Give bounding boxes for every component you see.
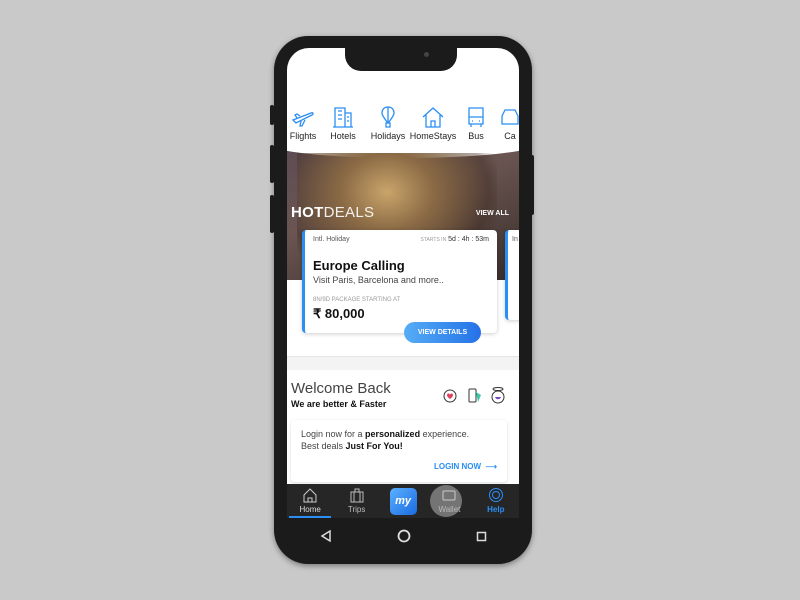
deal-price: ₹ 80,000 <box>313 306 365 321</box>
tab-trips[interactable]: Trips <box>333 484 379 518</box>
category-hotels[interactable]: Hotels <box>319 106 367 141</box>
countdown-timer: 5d : 4h : 53m <box>448 236 489 243</box>
car-icon <box>501 109 519 125</box>
front-camera <box>424 52 429 57</box>
hot-air-balloon-icon <box>381 106 395 128</box>
starts-in-label: STARTS IN <box>420 237 447 243</box>
login-card: Login now for a personalized experience.… <box>291 420 507 482</box>
volume-button <box>270 195 274 233</box>
lifebuoy-icon <box>488 488 503 502</box>
recents-square-icon[interactable] <box>476 531 487 542</box>
power-button <box>530 155 534 215</box>
phone-card-icon <box>468 388 481 403</box>
makemytrip-logo: my <box>389 488 417 515</box>
tab-wallet[interactable]: Wallet <box>426 484 472 518</box>
phone-notch <box>345 46 457 71</box>
view-all-link[interactable]: VIEW ALL <box>476 210 509 217</box>
volume-button <box>270 105 274 125</box>
house-icon <box>422 107 444 128</box>
hot-deals-title: HOTDEALS <box>291 204 375 221</box>
suitcase-icon <box>350 488 364 503</box>
category-bus[interactable]: Bus <box>457 106 495 141</box>
building-icon <box>333 107 353 128</box>
bus-icon <box>468 107 484 127</box>
divider <box>287 356 519 370</box>
deal-tag: In <box>512 236 518 243</box>
login-message: Login now for a personalized experience.… <box>301 429 470 451</box>
android-nav-bar <box>287 518 519 554</box>
bottom-tab-bar: Home Trips my Wallet Help <box>287 484 519 518</box>
category-homestays[interactable]: HomeStays <box>409 106 457 141</box>
category-cabs[interactable]: Ca <box>495 106 519 141</box>
category-flights[interactable]: Flights <box>287 106 319 141</box>
tab-home[interactable]: Home <box>287 484 333 518</box>
volume-button <box>270 145 274 183</box>
welcome-subtitle: We are better & Faster <box>291 399 387 409</box>
deal-card-next[interactable]: In <box>505 230 519 320</box>
deal-card[interactable]: Intl. Holiday STARTS IN 5d : 4h : 53m Eu… <box>302 230 497 333</box>
tab-makemytrip-logo[interactable]: my <box>380 484 426 518</box>
home-icon <box>303 488 317 503</box>
package-label: 8N/9D PACKAGE STARTING AT <box>313 297 401 303</box>
welcome-title: Welcome Back <box>291 380 391 397</box>
view-details-button[interactable]: VIEW DETAILS <box>404 322 481 343</box>
back-icon[interactable] <box>320 530 332 542</box>
category-holidays[interactable]: Holidays <box>367 106 409 141</box>
category-bar: Flights Hotels Holidays HomeStays Bus Ca <box>287 106 519 141</box>
smiley-halo-icon <box>491 387 505 404</box>
deal-subtitle: Visit Paris, Barcelona and more.. <box>313 275 444 285</box>
airplane-icon <box>291 112 314 127</box>
deal-tag: Intl. Holiday <box>313 236 350 243</box>
deal-title: Europe Calling <box>313 258 405 273</box>
home-circle-icon[interactable] <box>397 529 411 543</box>
tab-help[interactable]: Help <box>473 484 519 518</box>
app-screen: Flights Hotels Holidays HomeStays Bus Ca… <box>287 48 519 518</box>
login-now-button[interactable]: LOGIN NOW ⟶ <box>434 462 497 471</box>
wallet-icon <box>442 490 456 501</box>
heart-badge-icon <box>443 389 457 403</box>
